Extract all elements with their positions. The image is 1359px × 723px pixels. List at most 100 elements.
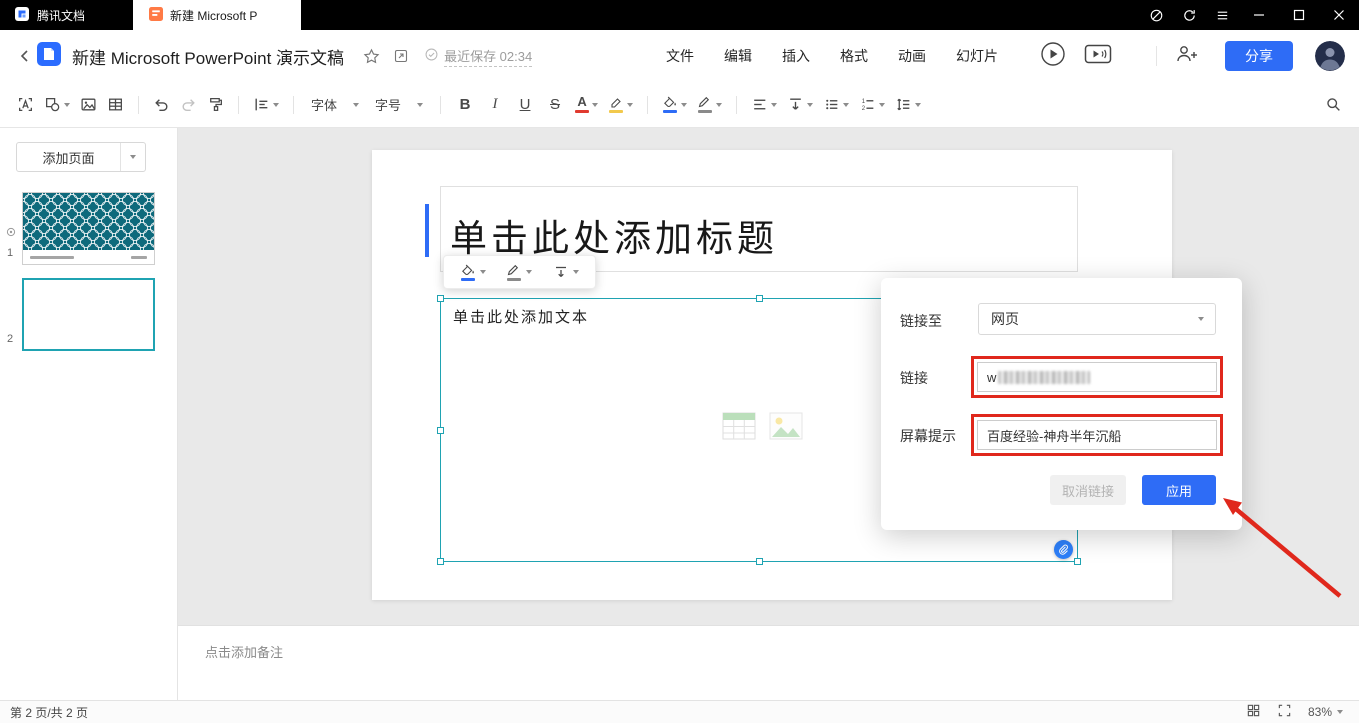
slide-1-marker-icon [6,224,16,242]
selection-handle[interactable] [437,426,444,434]
chevron-down-icon [843,102,850,107]
numbered-list-button[interactable]: 12 [854,90,890,120]
link-url-input[interactable]: w [977,362,1217,392]
menu-slideshow[interactable]: 幻灯片 [956,46,998,66]
star-icon[interactable] [358,43,384,69]
text-align-button[interactable] [746,90,782,120]
slide-body-placeholder[interactable]: 单击此处添加文本 [453,306,589,327]
mini-fill-color-button[interactable] [456,262,490,283]
vertical-align-button[interactable] [782,90,818,120]
line-spacing-button[interactable] [890,90,926,120]
toolbar-separator [736,95,738,114]
selection-handle[interactable] [755,295,763,302]
insert-shape-button[interactable] [39,90,75,120]
chevron-down-icon [480,270,487,274]
menu-format[interactable]: 格式 [840,46,868,66]
placeholder-insert-icons [722,412,803,445]
play-slideshow-icon[interactable] [1040,41,1066,72]
apply-button[interactable]: 应用 [1142,475,1216,505]
insert-image-placeholder-icon[interactable] [769,412,803,445]
selection-handle[interactable] [755,558,763,565]
grid-view-icon[interactable] [1246,703,1261,721]
insert-textbox-button[interactable] [12,90,39,120]
chevron-down-icon [526,270,533,274]
add-page-caret[interactable] [121,155,145,159]
shortcut-icon[interactable] [388,43,414,69]
bold-label: B [459,96,471,113]
save-status[interactable]: 最近保存 02:34 [424,46,533,67]
slide-thumbnail-2-selected[interactable] [22,278,155,351]
selection-handle[interactable] [437,558,444,565]
slide-thumbnail-1[interactable] [22,192,155,265]
add-collaborator-icon[interactable] [1175,44,1199,69]
chevron-down-icon [64,102,70,107]
status-bar: 第 2 页/共 2 页 83% [0,700,1359,723]
document-title[interactable]: 新建 Microsoft PowerPoint 演示文稿 [72,44,344,69]
slide-2-number: 2 [7,333,14,345]
notes-area[interactable]: 点击添加备注 [178,625,1359,700]
maximize-button[interactable] [1279,0,1319,30]
do-not-disturb-icon[interactable] [1140,0,1173,30]
menu-animation[interactable]: 动画 [898,46,926,66]
slide-1-caption-text [131,255,147,259]
menu-insert[interactable]: 插入 [782,46,810,66]
font-family-dropdown[interactable]: 字体 [303,90,367,120]
undo-button[interactable] [148,90,175,120]
font-size-dropdown[interactable]: 字号 [367,90,431,120]
font-color-button[interactable]: A [570,90,603,120]
find-replace-button[interactable] [1320,90,1347,120]
mini-align-button[interactable] [549,262,583,282]
document-tab[interactable]: 新建 Microsoft P [133,0,302,30]
redo-button[interactable] [175,90,202,120]
refresh-icon[interactable] [1173,0,1206,30]
titlebar-controls [1140,0,1359,30]
format-painter-button[interactable] [202,90,229,120]
selection-handle[interactable] [437,295,444,302]
insert-image-button[interactable] [75,90,102,120]
menu-edit[interactable]: 编辑 [724,46,752,66]
toolbar: 字体 字号 B I U S A 12 [0,82,1359,128]
bullet-list-button[interactable] [818,90,854,120]
zoom-control[interactable]: 83% [1308,705,1343,719]
font-color-letter: A [577,94,587,109]
arrange-align-button[interactable] [248,90,284,120]
add-page-button[interactable]: 添加页面 [16,142,146,172]
zoom-level: 83% [1307,705,1332,719]
ppt-file-icon [149,6,164,24]
mini-fill-color-bar [461,277,476,281]
bold-button[interactable]: B [450,90,480,120]
menu-file[interactable]: 文件 [666,46,694,66]
hyperlink-badge[interactable] [1054,540,1073,559]
underline-button[interactable]: U [510,90,540,120]
strikethrough-button[interactable]: S [540,90,570,120]
minimize-button[interactable] [1239,0,1279,30]
app-name: 腾讯文档 [37,8,86,23]
user-avatar[interactable] [1315,41,1345,71]
screen-tip-input[interactable]: 百度经验-神舟半年沉船 [977,420,1217,450]
app-window: 腾讯文档 新建 Microsoft P 新建 Microsoft PowerPo… [0,0,1359,723]
close-button[interactable] [1319,0,1359,30]
back-button[interactable] [14,43,36,69]
mini-border-color-bar [507,277,522,281]
chevron-down-icon [417,102,424,107]
toolbar-separator [138,95,139,114]
fit-window-icon[interactable] [1277,703,1292,721]
selection-handle[interactable] [1074,558,1081,565]
present-mode-icon[interactable] [1084,43,1112,70]
link-type-select[interactable]: 网页 [978,303,1216,335]
app-logo[interactable]: 腾讯文档 [0,6,99,25]
italic-button[interactable]: I [480,90,510,120]
toolbar-separator [440,95,442,114]
highlight-color-button[interactable] [603,90,638,120]
insert-table-placeholder-icon[interactable] [722,412,756,445]
share-button[interactable]: 分享 [1225,41,1293,71]
cancel-link-button[interactable]: 取消链接 [1050,475,1126,505]
menu-icon[interactable] [1206,0,1239,30]
slide-title-placeholder[interactable]: 单击此处添加标题 [450,208,778,262]
insert-table-button[interactable] [102,90,129,120]
screen-tip-value: 百度经验-神舟半年沉船 [987,428,1122,444]
border-color-button[interactable] [692,90,727,120]
mini-border-color-button[interactable] [502,262,536,283]
svg-text:2: 2 [862,106,865,112]
fill-color-button[interactable] [657,90,692,120]
